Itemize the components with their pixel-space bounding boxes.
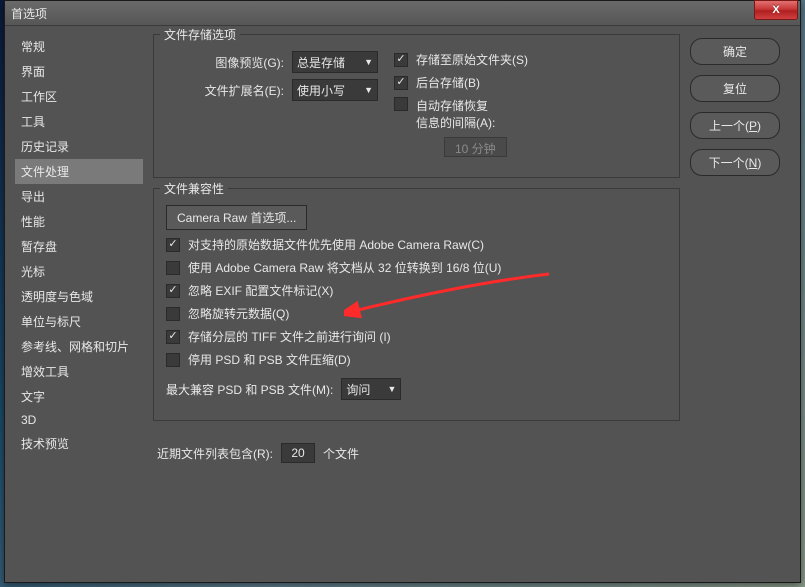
image-preview-select[interactable]: 总是存储 ▼ — [292, 51, 378, 73]
camera-raw-prefs-button[interactable]: Camera Raw 首选项... — [166, 205, 307, 230]
image-preview-label: 图像预览(G): — [166, 54, 284, 71]
recent-files-suffix: 个文件 — [323, 445, 359, 462]
prev-button[interactable]: 上一个(P) — [690, 112, 780, 139]
disable-psd-compress-label: 停用 PSD 和 PSB 文件压缩(D) — [188, 351, 351, 368]
disable-psd-compress-checkbox[interactable] — [166, 353, 180, 367]
compatibility-group: 文件兼容性 Camera Raw 首选项... 对支持的原始数据文件优先使用 A… — [153, 188, 680, 421]
auto-save-sub: 信息的间隔(A): — [416, 114, 495, 131]
sidebar-item-units[interactable]: 单位与标尺 — [15, 309, 143, 334]
auto-save-interval: 10 分钟 — [444, 137, 507, 157]
ask-tiff-checkbox[interactable] — [166, 330, 180, 344]
save-original-label: 存储至原始文件夹(S) — [416, 51, 528, 68]
ignore-rotation-label: 忽略旋转元数据(Q) — [188, 305, 289, 322]
sidebar-item-type[interactable]: 文字 — [15, 384, 143, 409]
ext-case-select[interactable]: 使用小写 ▼ — [292, 79, 378, 101]
sidebar-item-3d[interactable]: 3D — [15, 409, 143, 431]
compatibility-legend: 文件兼容性 — [160, 180, 228, 197]
chevron-down-icon: ▼ — [364, 85, 373, 95]
sidebar-item-interface[interactable]: 界面 — [15, 59, 143, 84]
ext-case-label: 文件扩展名(E): — [166, 82, 284, 99]
recent-files-input[interactable] — [281, 443, 315, 463]
reset-button[interactable]: 复位 — [690, 75, 780, 102]
sidebar-item-plugins[interactable]: 增效工具 — [15, 359, 143, 384]
sidebar-item-file-handling[interactable]: 文件处理 — [15, 159, 143, 184]
dialog-buttons: 确定 复位 上一个(P) 下一个(N) — [690, 34, 790, 574]
recent-files-label: 近期文件列表包含(R): — [157, 445, 273, 462]
chevron-down-icon: ▼ — [387, 384, 396, 394]
sidebar-item-guides[interactable]: 参考线、网格和切片 — [15, 334, 143, 359]
save-background-label: 后台存储(B) — [416, 74, 480, 91]
sidebar-item-workspace[interactable]: 工作区 — [15, 84, 143, 109]
sidebar-item-performance[interactable]: 性能 — [15, 209, 143, 234]
sidebar-item-history[interactable]: 历史记录 — [15, 134, 143, 159]
sidebar-item-general[interactable]: 常规 — [15, 34, 143, 59]
prefer-acr-label: 对支持的原始数据文件优先使用 Adobe Camera Raw(C) — [188, 236, 484, 253]
titlebar[interactable]: 首选项 X — [5, 1, 800, 26]
sidebar-item-export[interactable]: 导出 — [15, 184, 143, 209]
sidebar-item-scratch[interactable]: 暂存盘 — [15, 234, 143, 259]
ignore-exif-checkbox[interactable] — [166, 284, 180, 298]
sidebar-item-tools[interactable]: 工具 — [15, 109, 143, 134]
save-background-checkbox[interactable] — [394, 76, 408, 90]
ignore-rotation-checkbox[interactable] — [166, 307, 180, 321]
ignore-exif-label: 忽略 EXIF 配置文件标记(X) — [188, 282, 333, 299]
file-saving-legend: 文件存储选项 — [160, 26, 240, 43]
ok-button[interactable]: 确定 — [690, 38, 780, 65]
sidebar-item-tech-preview[interactable]: 技术预览 — [15, 431, 143, 456]
sidebar-item-transparency[interactable]: 透明度与色域 — [15, 284, 143, 309]
category-sidebar: 常规 界面 工作区 工具 历史记录 文件处理 导出 性能 暂存盘 光标 透明度与… — [15, 34, 143, 574]
max-compat-label: 最大兼容 PSD 和 PSB 文件(M): — [166, 381, 333, 398]
ask-tiff-label: 存储分层的 TIFF 文件之前进行询问 (I) — [188, 328, 391, 345]
main-panel: 文件存储选项 图像预览(G): 总是存储 ▼ 文件扩展名(E): — [153, 34, 680, 574]
prefer-acr-checkbox[interactable] — [166, 238, 180, 252]
max-compat-select[interactable]: 询问 ▼ — [341, 378, 401, 400]
window-title: 首选项 — [11, 5, 794, 22]
close-button[interactable]: X — [754, 0, 798, 20]
file-saving-group: 文件存储选项 图像预览(G): 总是存储 ▼ 文件扩展名(E): — [153, 34, 680, 178]
preferences-dialog: 首选项 X 常规 界面 工作区 工具 历史记录 文件处理 导出 性能 暂存盘 光… — [4, 0, 801, 583]
chevron-down-icon: ▼ — [364, 57, 373, 67]
save-original-checkbox[interactable] — [394, 53, 408, 67]
convert-32-label: 使用 Adobe Camera Raw 将文档从 32 位转换到 16/8 位(… — [188, 259, 501, 276]
auto-save-label: 自动存储恢复 — [416, 97, 495, 114]
next-button[interactable]: 下一个(N) — [690, 149, 780, 176]
auto-save-checkbox[interactable] — [394, 97, 408, 111]
close-icon: X — [772, 4, 779, 16]
convert-32-checkbox[interactable] — [166, 261, 180, 275]
sidebar-item-cursors[interactable]: 光标 — [15, 259, 143, 284]
